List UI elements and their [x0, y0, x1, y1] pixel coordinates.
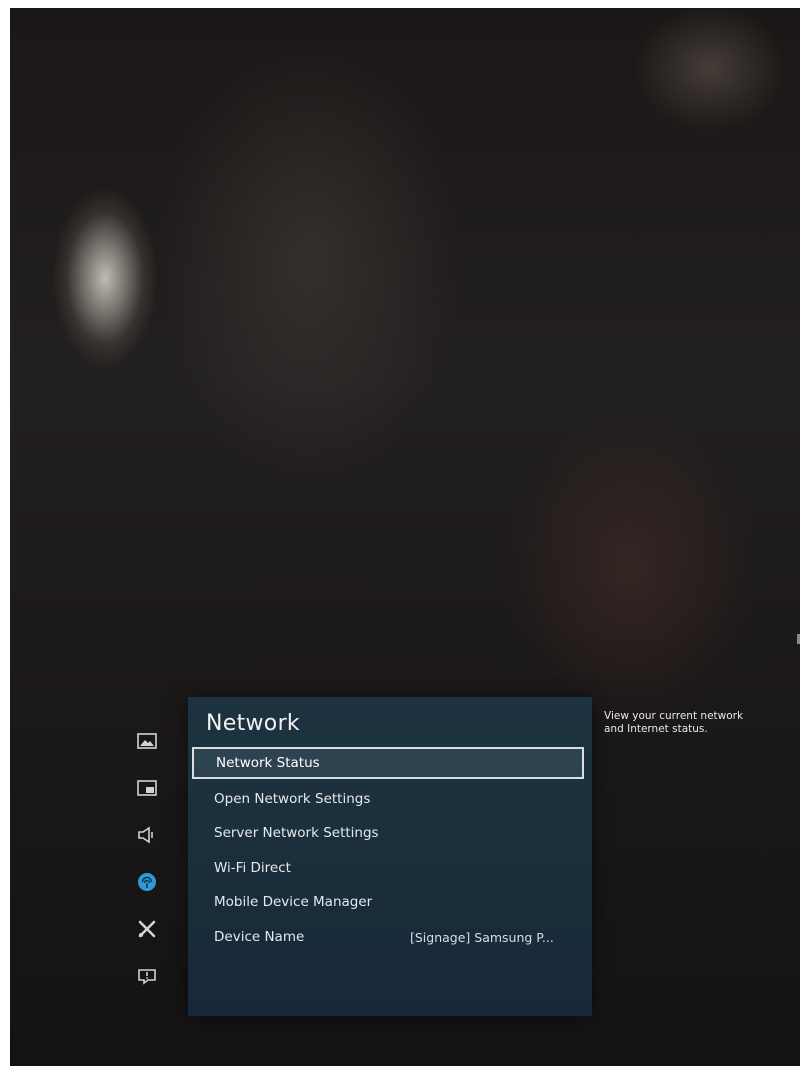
menu-item-network-status[interactable]: Network Status	[192, 747, 584, 779]
menu-item-server-network-settings[interactable]: Server Network Settings	[192, 817, 584, 849]
onscreen-display-icon[interactable]	[134, 777, 160, 799]
support-icon[interactable]	[134, 965, 160, 987]
menu-item-open-network-settings[interactable]: Open Network Settings	[192, 783, 584, 815]
menu-item-label: Wi-Fi Direct	[214, 860, 291, 876]
network-icon[interactable]	[134, 871, 160, 893]
screen-edge-marker	[797, 634, 800, 644]
menu-item-wifi-direct[interactable]: Wi-Fi Direct	[192, 852, 584, 884]
system-icon[interactable]	[134, 918, 160, 940]
sound-icon[interactable]	[134, 824, 160, 846]
network-menu-panel: Network Network Status Open Network Sett…	[188, 697, 592, 1016]
help-description: View your current network and Internet s…	[604, 710, 744, 735]
menu-item-label: Network Status	[216, 755, 320, 771]
menu-item-label: Server Network Settings	[214, 825, 379, 841]
menu-item-device-name[interactable]: Device Name [Signage] Samsung P...	[192, 921, 584, 953]
menu-item-mobile-device-manager[interactable]: Mobile Device Manager	[192, 886, 584, 918]
menu-title: Network	[206, 711, 300, 736]
menu-item-label: Mobile Device Manager	[214, 894, 373, 910]
picture-icon[interactable]	[134, 730, 160, 752]
menu-item-label: Open Network Settings	[214, 791, 371, 807]
menu-item-label: Device Name	[214, 929, 305, 945]
device-name-value: [Signage] Samsung P...	[410, 929, 554, 945]
